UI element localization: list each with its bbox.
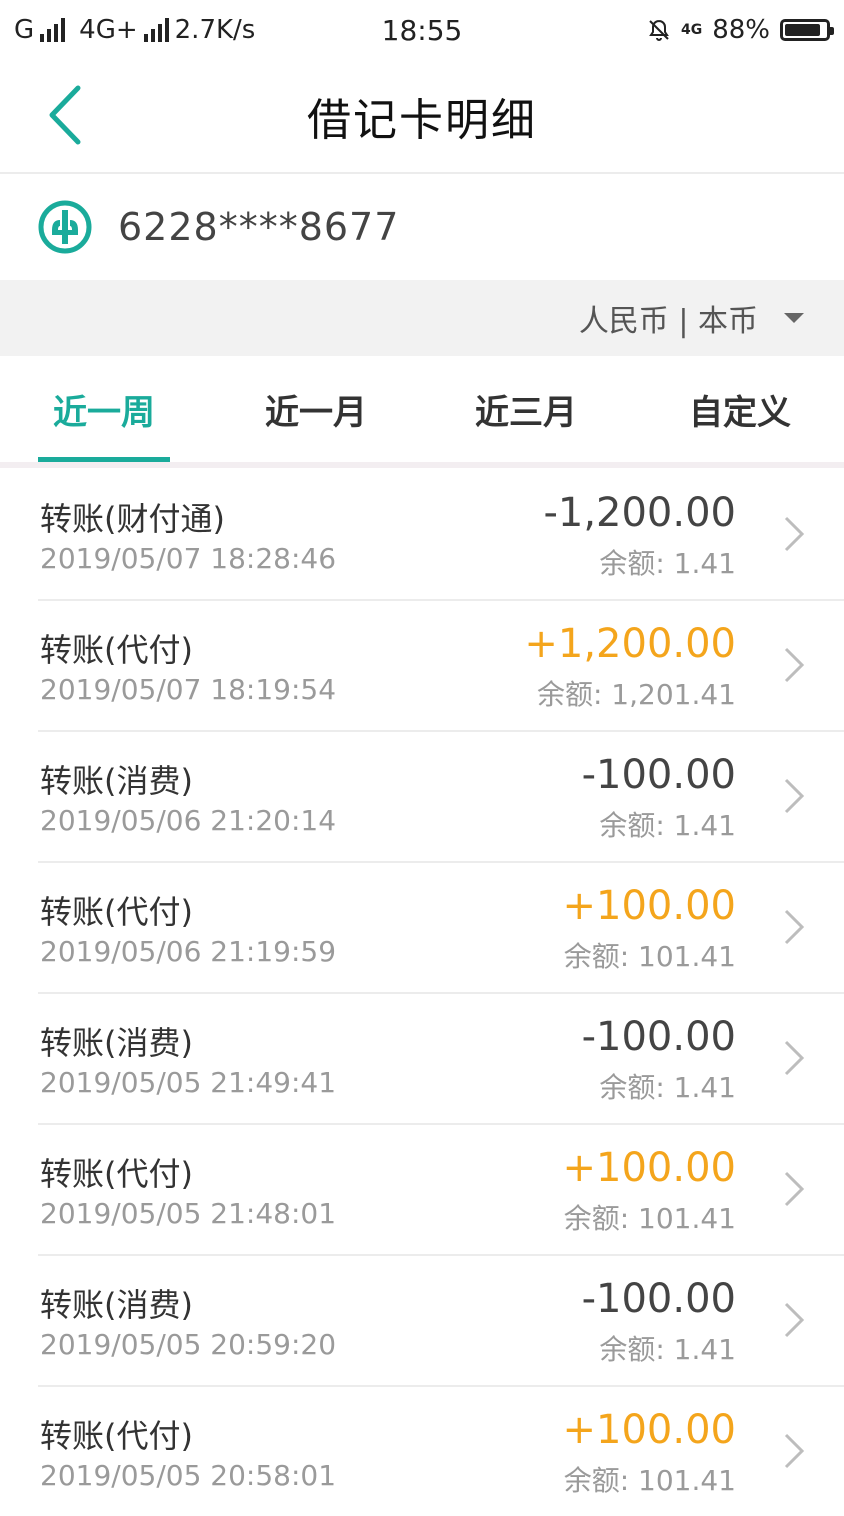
card-row: 6228****8677 xyxy=(0,174,844,280)
transaction-title: 转账(财付通) xyxy=(40,500,225,538)
transaction-row[interactable]: 转账(消费) 2019/05/06 21:20:14 -100.00 余额: 1… xyxy=(0,730,844,861)
bank-logo-icon xyxy=(38,200,92,254)
transaction-amount: +1,200.00 xyxy=(524,621,736,667)
tab-three-months[interactable]: 近三月 xyxy=(460,356,592,462)
back-chevron-icon[interactable] xyxy=(42,82,92,148)
status-left: G 4G+ 2.7K/s xyxy=(0,15,255,45)
network-4g-icon: 4G xyxy=(680,22,703,38)
battery-icon xyxy=(780,19,834,41)
transaction-balance: 余额: 101.41 xyxy=(563,940,736,973)
transaction-balance: 余额: 101.41 xyxy=(563,1202,736,1235)
card-number: 6228****8677 xyxy=(118,205,400,249)
transaction-row[interactable]: 转账(代付) 2019/05/05 21:48:01 +100.00 余额: 1… xyxy=(0,1123,844,1254)
transaction-amount: +100.00 xyxy=(562,1407,736,1453)
currency-bar: 人民币 | 本币 xyxy=(0,280,844,356)
mute-bell-icon xyxy=(649,19,669,41)
chevron-right-icon xyxy=(784,1302,805,1338)
carrier-2: 4G+ xyxy=(79,15,138,45)
transaction-row[interactable]: 转账(消费) 2019/05/05 20:59:20 -100.00 余额: 1… xyxy=(0,1254,844,1385)
status-bar: G 4G+ 2.7K/s 18:55 4G 88% xyxy=(0,0,844,60)
tab-week[interactable]: 近一周 xyxy=(38,356,170,462)
transaction-time: 2019/05/05 21:48:01 xyxy=(40,1197,337,1230)
transaction-title: 转账(消费) xyxy=(40,1286,193,1324)
transaction-balance: 余额: 1.41 xyxy=(599,1071,736,1104)
transaction-balance: 余额: 1.41 xyxy=(599,1333,736,1366)
transaction-time: 2019/05/06 21:20:14 xyxy=(40,804,337,837)
transaction-time: 2019/05/05 20:58:01 xyxy=(40,1459,337,1492)
transaction-time: 2019/05/05 21:49:41 xyxy=(40,1066,337,1099)
chevron-right-icon xyxy=(784,1433,805,1469)
battery-percent: 88% xyxy=(712,15,770,45)
chevron-right-icon xyxy=(784,778,805,814)
chevron-right-icon xyxy=(784,1040,805,1076)
status-right: 4G 88% xyxy=(647,15,844,45)
transaction-balance: 余额: 1,201.41 xyxy=(536,678,736,711)
transaction-time: 2019/05/07 18:28:46 xyxy=(40,542,337,575)
chevron-right-icon xyxy=(784,647,805,683)
transaction-amount: -1,200.00 xyxy=(543,490,736,536)
page-title: 借记卡明细 xyxy=(307,95,537,146)
tab-custom[interactable]: 自定义 xyxy=(674,356,806,462)
transaction-balance: 余额: 101.41 xyxy=(563,1464,736,1497)
transaction-row[interactable]: 转账(代付) 2019/05/06 21:19:59 +100.00 余额: 1… xyxy=(0,861,844,992)
active-tab-indicator xyxy=(38,457,170,462)
network-speed: 2.7K/s xyxy=(174,15,256,45)
transaction-title: 转账(代付) xyxy=(40,1417,193,1455)
transaction-amount: -100.00 xyxy=(581,752,736,798)
tab-month[interactable]: 近一月 xyxy=(250,356,382,462)
transaction-title: 转账(代付) xyxy=(40,1155,193,1193)
transaction-row[interactable]: 转账(代付) 2019/05/07 18:19:54 +1,200.00 余额:… xyxy=(0,599,844,730)
transaction-title: 转账(代付) xyxy=(40,631,193,669)
transaction-row[interactable]: 转账(财付通) 2019/05/07 18:28:46 -1,200.00 余额… xyxy=(0,468,844,599)
transaction-title: 转账(代付) xyxy=(40,893,193,931)
chevron-right-icon xyxy=(784,909,805,945)
currency-label: 人民币 | 本币 xyxy=(578,304,758,339)
transaction-row[interactable]: 转账(消费) 2019/05/05 21:49:41 -100.00 余额: 1… xyxy=(0,992,844,1123)
transaction-time: 2019/05/05 20:59:20 xyxy=(40,1328,337,1361)
transaction-title: 转账(消费) xyxy=(40,762,193,800)
caret-down-icon xyxy=(784,313,804,323)
transaction-list: 转账(财付通) 2019/05/07 18:28:46 -1,200.00 余额… xyxy=(0,468,844,1516)
carrier-1: G xyxy=(14,15,35,45)
transaction-balance: 余额: 1.41 xyxy=(599,809,736,842)
period-tabs: 近一周 近一月 近三月 自定义 xyxy=(0,356,844,468)
transaction-time: 2019/05/07 18:19:54 xyxy=(40,673,337,706)
transaction-balance: 余额: 1.41 xyxy=(599,547,736,580)
transaction-title: 转账(消费) xyxy=(40,1024,193,1062)
header: 借记卡明细 xyxy=(0,60,844,174)
transaction-amount: +100.00 xyxy=(562,883,736,929)
chevron-right-icon xyxy=(784,516,805,552)
currency-dropdown[interactable]: 人民币 | 本币 xyxy=(579,296,804,340)
transaction-time: 2019/05/06 21:19:59 xyxy=(40,935,337,968)
transaction-amount: +100.00 xyxy=(562,1145,736,1191)
signal-icon xyxy=(40,18,66,42)
transaction-row[interactable]: 转账(代付) 2019/05/05 20:58:01 +100.00 余额: 1… xyxy=(0,1385,844,1516)
chevron-right-icon xyxy=(784,1171,805,1207)
transaction-amount: -100.00 xyxy=(581,1014,736,1060)
transaction-amount: -100.00 xyxy=(581,1276,736,1322)
signal-icon-2 xyxy=(143,18,169,42)
